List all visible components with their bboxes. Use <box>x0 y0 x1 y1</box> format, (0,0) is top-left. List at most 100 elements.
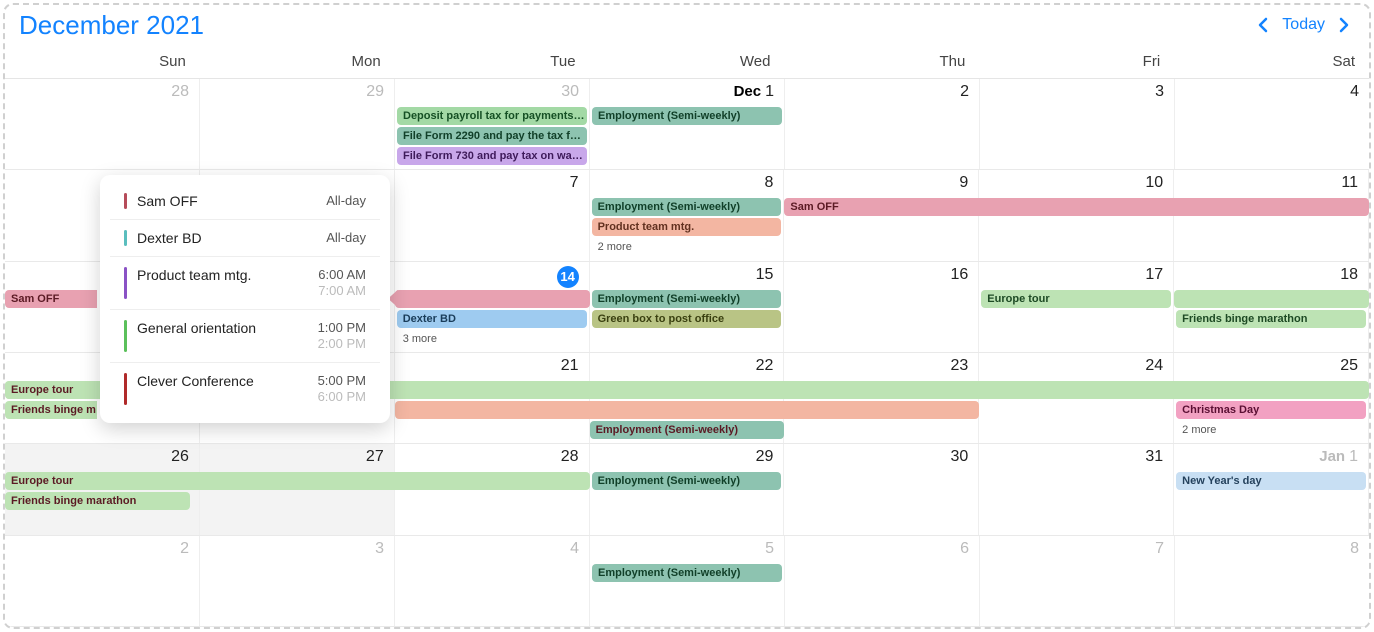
event[interactable]: Deposit payroll tax for payments… <box>397 107 587 125</box>
day-cell[interactable]: 6 <box>785 536 980 626</box>
popover-event-time: All-day <box>326 230 366 246</box>
event[interactable]: Green box to post office <box>592 310 782 328</box>
day-cell[interactable]: 30 Deposit payroll tax for payments… File … <box>395 79 590 169</box>
event[interactable]: Europe tour <box>981 290 1171 308</box>
event[interactable]: Employment (Semi-weekly) <box>592 290 782 308</box>
popover-item[interactable]: Clever Conference5:00 PM6:00 PM <box>110 363 380 417</box>
popover-item[interactable]: General orientation1:00 PM2:00 PM <box>110 310 380 363</box>
date-number: 22 <box>756 357 774 375</box>
day-cell[interactable]: 29 <box>200 79 395 169</box>
popover-event-title: General orientation <box>137 320 318 336</box>
date-number: 21 <box>561 357 579 375</box>
date-number: 28 <box>171 83 189 101</box>
date-number: 23 <box>951 357 969 375</box>
date-number: 9 <box>959 174 968 192</box>
dow-cell: Fri <box>979 47 1174 78</box>
day-cell[interactable]: 28 <box>5 79 200 169</box>
multiday-event-fragment[interactable]: Friends binge m <box>5 401 97 419</box>
popover-event-title: Sam OFF <box>137 193 326 209</box>
date-number: 2 <box>180 540 189 558</box>
dow-cell: Sun <box>5 47 200 78</box>
date-number: 29 <box>366 83 384 101</box>
day-cell[interactable]: Jan1New Year's day <box>1174 444 1369 534</box>
day-cell[interactable]: 5 Employment (Semi-weekly) <box>590 536 785 626</box>
day-cell[interactable]: 31 <box>979 444 1174 534</box>
date-number: 2 <box>960 83 969 101</box>
date-number: 28 <box>561 448 579 466</box>
day-cell[interactable]: 29Employment (Semi-weekly) <box>590 444 785 534</box>
popover-event-title: Dexter BD <box>137 230 326 246</box>
week-row: 28 29 30 Deposit payroll tax for payments… F… <box>5 79 1369 170</box>
year: 2021 <box>146 10 204 40</box>
prev-button[interactable] <box>1252 14 1274 36</box>
day-cell[interactable]: 3 <box>200 536 395 626</box>
month-title: December 2021 <box>19 10 204 41</box>
popover-item[interactable]: Dexter BDAll-day <box>110 220 380 257</box>
color-stripe <box>124 193 127 209</box>
date-number: 8 <box>765 174 774 192</box>
date-number: 11 <box>1341 174 1358 192</box>
day-cell[interactable]: 17Europe tour <box>979 262 1174 352</box>
date-number: 4 <box>1350 83 1359 101</box>
week-row: 2 34 5 Employment (Semi-weekly) 6 78 <box>5 536 1369 627</box>
multiday-event[interactable]: Europe tour <box>5 472 590 490</box>
date-number: 3 <box>1155 83 1164 101</box>
multiday-event[interactable]: Friends binge marathon <box>5 492 190 510</box>
next-button[interactable] <box>1333 14 1355 36</box>
day-cell[interactable]: 3 <box>980 79 1175 169</box>
multiday-event[interactable]: Employment (Semi-weekly) <box>590 421 785 439</box>
multiday-event[interactable] <box>395 290 590 308</box>
date-number: 5 <box>765 540 774 558</box>
day-cell[interactable]: 8 Employment (Semi-weekly) Product team mt… <box>590 170 785 260</box>
date-number: 6 <box>960 540 969 558</box>
today-button[interactable]: Today <box>1282 16 1325 34</box>
event[interactable]: Employment (Semi-weekly) <box>592 472 782 490</box>
day-cell[interactable]: 30 <box>784 444 979 534</box>
multiday-event-fragment[interactable]: Europe tour <box>5 381 97 399</box>
day-cell[interactable]: 8 <box>1175 536 1369 626</box>
color-stripe <box>124 230 127 246</box>
date-number: 3 <box>375 540 384 558</box>
event[interactable]: Christmas Day <box>1176 401 1366 419</box>
dow-cell: Thu <box>784 47 979 78</box>
date-number: 14 <box>557 266 579 288</box>
event[interactable]: New Year's day <box>1176 472 1366 490</box>
day-cell[interactable]: Dec1Employment (Semi-weekly) <box>590 79 785 169</box>
day-cell[interactable]: 7 <box>980 536 1175 626</box>
day-cell[interactable]: 2 <box>785 79 980 169</box>
more-link[interactable]: 2 more <box>1176 421 1366 439</box>
calendar-header: December 2021 Today <box>5 5 1369 47</box>
event[interactable]: Employment (Semi-weekly) <box>592 564 782 582</box>
day-cell[interactable]: 2 <box>5 536 200 626</box>
date-number: 7 <box>570 174 579 192</box>
multiday-event[interactable]: Sam OFF <box>784 198 1369 216</box>
more-link[interactable]: 2 more <box>592 238 782 256</box>
multiday-event[interactable] <box>395 401 980 419</box>
event[interactable]: File Form 2290 and pay the tax f… <box>397 127 587 145</box>
date-number: 30 <box>951 448 969 466</box>
popover-item[interactable]: Sam OFFAll-day <box>110 181 380 220</box>
day-cell[interactable]: 15 Employment (Semi-weekly) Green box to p… <box>590 262 785 352</box>
event[interactable]: Product team mtg. <box>592 218 782 236</box>
event[interactable]: Employment (Semi-weekly) <box>592 107 782 125</box>
event[interactable]: Dexter BD <box>397 310 587 328</box>
day-cell[interactable]: 7 <box>395 170 590 260</box>
multiday-event[interactable] <box>1174 290 1369 308</box>
date-number: 27 <box>366 448 384 466</box>
day-cell[interactable]: 4 <box>395 536 590 626</box>
date-number: 30 <box>561 83 579 101</box>
date-number: 18 <box>1340 266 1358 284</box>
popover-item[interactable]: Product team mtg.6:00 AM7:00 AM <box>110 257 380 310</box>
multiday-event-fragment[interactable]: Sam OFF <box>5 290 97 308</box>
date-number: 7 <box>1155 540 1164 558</box>
date-number: 15 <box>756 266 774 284</box>
event[interactable]: Employment (Semi-weekly) <box>592 198 782 216</box>
day-cell[interactable]: 16 <box>784 262 979 352</box>
color-stripe <box>124 373 127 405</box>
day-cell[interactable]: 4 <box>1175 79 1369 169</box>
more-link[interactable]: 3 more <box>397 330 587 348</box>
event[interactable]: File Form 730 and pay tax on wa… <box>397 147 587 165</box>
date-number: 26 <box>171 448 189 466</box>
event[interactable]: Friends binge marathon <box>1176 310 1366 328</box>
today-badge: 14 <box>557 266 579 288</box>
